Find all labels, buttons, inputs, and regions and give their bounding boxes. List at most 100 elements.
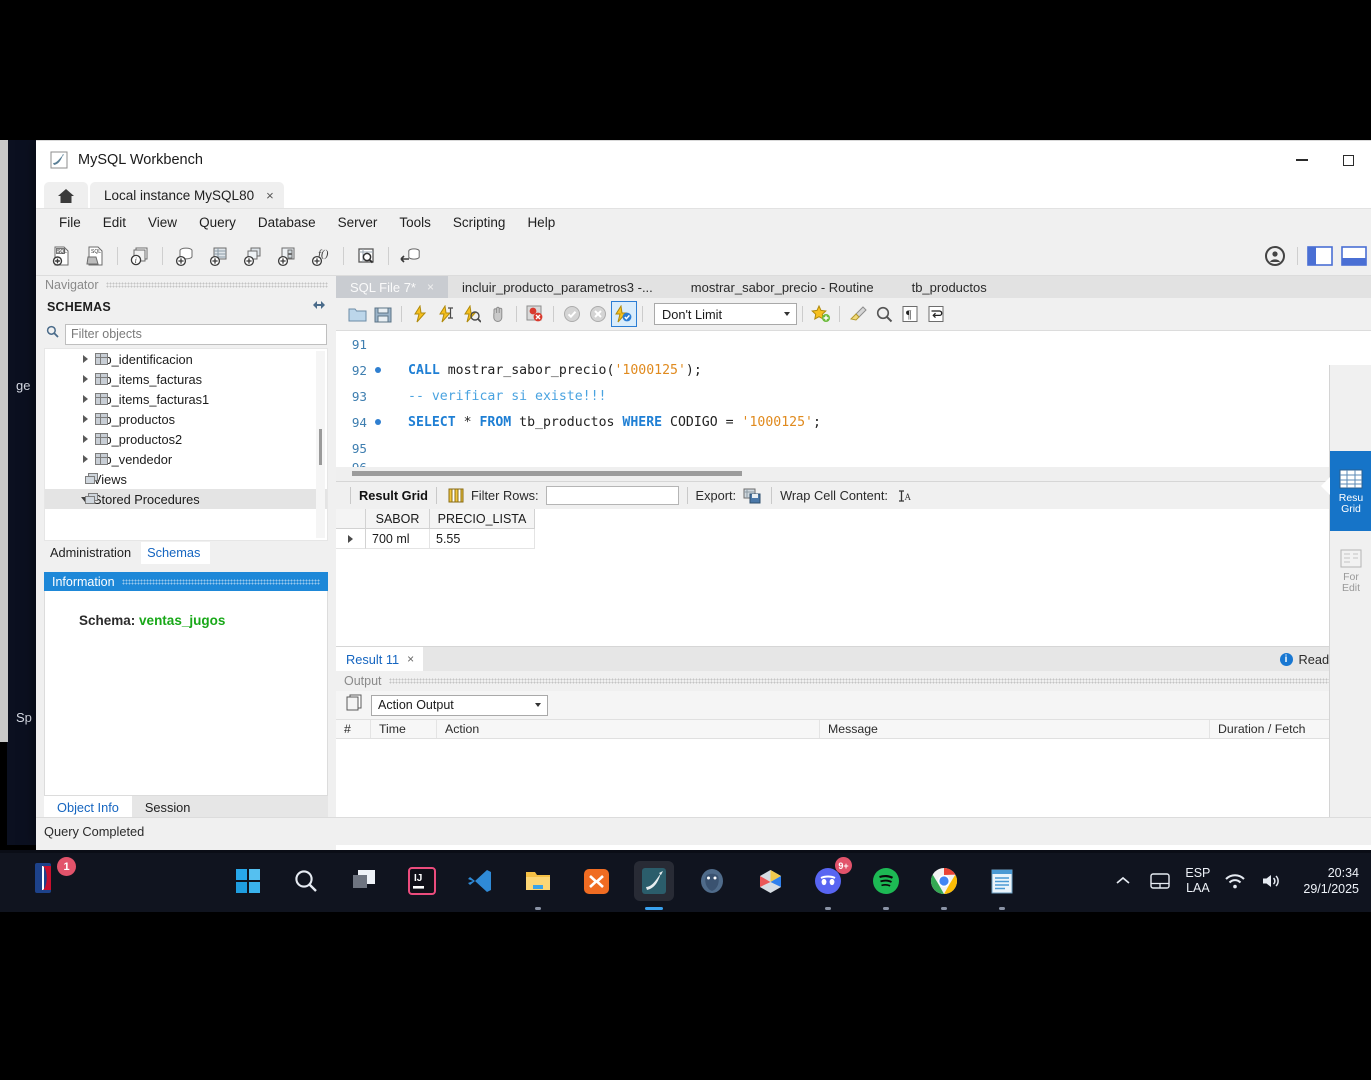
close-icon[interactable]: × bbox=[427, 280, 434, 294]
new-sql-tab-icon[interactable]: SQL bbox=[46, 241, 76, 271]
taskbar-task-view-button[interactable] bbox=[344, 861, 384, 901]
editor-tab-incluir-producto-parametros3[interactable]: incluir_producto_parametros3 -... bbox=[448, 276, 667, 298]
toggle-stop-on-error-icon[interactable] bbox=[522, 301, 548, 327]
taskbar-start-button[interactable] bbox=[228, 861, 268, 901]
code-line-94[interactable]: 94 SELECT * FROM tb_productos WHERE CODI… bbox=[336, 409, 1371, 435]
tree-item-stored-procedures[interactable]: Stored Procedures bbox=[45, 489, 327, 509]
row-selector[interactable] bbox=[336, 529, 366, 549]
wrap-lines-icon[interactable] bbox=[923, 301, 949, 327]
editor-tab-mostrar-sabor-precio[interactable]: mostrar_sabor_precio - Routine bbox=[667, 276, 888, 298]
execute-current-statement-icon[interactable] bbox=[433, 301, 459, 327]
wifi-icon[interactable] bbox=[1223, 869, 1247, 893]
search-table-data-icon[interactable] bbox=[351, 241, 381, 271]
tree-item-tb_vendedor[interactable]: tb_vendedor bbox=[45, 449, 327, 469]
taskbar-intellij-idea[interactable]: IJ bbox=[402, 861, 442, 901]
toggle-autocommit-icon[interactable] bbox=[611, 301, 637, 327]
menu-edit[interactable]: Edit bbox=[92, 212, 137, 233]
volume-icon[interactable] bbox=[1260, 869, 1284, 893]
workbench-logo-icon[interactable] bbox=[1260, 241, 1290, 271]
taskbar-search-button[interactable] bbox=[286, 861, 326, 901]
tree-item-tb_productos[interactable]: tb_productos bbox=[45, 409, 327, 429]
taskbar-chrome[interactable] bbox=[924, 861, 964, 910]
filter-objects-input[interactable]: Filter objects bbox=[65, 323, 327, 345]
editor-tab-tb-productos[interactable]: tb_productos bbox=[888, 276, 1001, 298]
output-type-select[interactable]: Action Output bbox=[371, 694, 548, 716]
commit-icon[interactable] bbox=[559, 301, 585, 327]
execute-statement-icon[interactable] bbox=[407, 301, 433, 327]
schema-tree[interactable]: tb_identificacion tb_items_facturas tb_i… bbox=[44, 348, 328, 541]
taskbar-discord[interactable]: 9+ bbox=[808, 857, 852, 910]
chevron-up-icon[interactable] bbox=[1111, 869, 1135, 893]
menu-view[interactable]: View bbox=[137, 212, 188, 233]
toggle-output-icon[interactable] bbox=[1339, 241, 1369, 271]
home-tab[interactable] bbox=[44, 182, 88, 209]
limit-rows-select[interactable]: Don't Limit bbox=[654, 303, 797, 325]
new-table-icon[interactable] bbox=[204, 241, 234, 271]
chevron-down-icon[interactable] bbox=[784, 312, 790, 316]
touchpad-icon[interactable] bbox=[1148, 869, 1172, 893]
chevron-right-icon[interactable] bbox=[83, 375, 88, 383]
new-function-icon[interactable]: f() bbox=[306, 241, 336, 271]
chevron-right-icon[interactable] bbox=[83, 455, 88, 463]
result-grid-view-button[interactable]: Resu Grid bbox=[1321, 451, 1371, 531]
scroll-thumb[interactable] bbox=[352, 471, 742, 476]
show-invisible-chars-icon[interactable]: ¶ bbox=[897, 301, 923, 327]
tree-scrollbar[interactable] bbox=[316, 351, 325, 538]
menu-query[interactable]: Query bbox=[188, 212, 247, 233]
taskbar-file-explorer[interactable] bbox=[518, 861, 558, 910]
result-grid[interactable]: SABOR PRECIO_LISTA 700 ml 5.55 bbox=[336, 509, 1371, 646]
tree-scroll-thumb[interactable] bbox=[319, 429, 322, 465]
taskbar-nba-app[interactable]: 1 bbox=[30, 857, 76, 901]
reconnect-server-icon[interactable] bbox=[396, 241, 426, 271]
sql-code-editor[interactable]: 91 92 CALL mostrar_sabor_precio('1000125… bbox=[336, 331, 1371, 481]
taskbar-vscode[interactable] bbox=[460, 861, 500, 901]
clock[interactable]: 20:34 29/1/2025 bbox=[1303, 865, 1359, 897]
open-file-icon[interactable] bbox=[344, 301, 370, 327]
minimize-button[interactable] bbox=[1279, 141, 1325, 179]
chevron-right-icon[interactable] bbox=[83, 415, 88, 423]
export-icon[interactable] bbox=[741, 485, 763, 507]
open-sql-script-icon[interactable]: SQL bbox=[80, 241, 110, 271]
taskbar-xampp[interactable] bbox=[576, 861, 616, 901]
tree-item-tb_productos2[interactable]: tb_productos2 bbox=[45, 429, 327, 449]
cell-sabor[interactable]: 700 ml bbox=[366, 529, 430, 549]
menu-server[interactable]: Server bbox=[327, 212, 389, 233]
table-row[interactable]: 700 ml 5.55 bbox=[336, 529, 1371, 549]
column-header-sabor[interactable]: SABOR bbox=[366, 509, 430, 529]
code-line-91[interactable]: 91 bbox=[336, 331, 1371, 357]
chevron-right-icon[interactable] bbox=[83, 435, 88, 443]
menu-scripting[interactable]: Scripting bbox=[442, 212, 517, 233]
taskbar-mysql-workbench[interactable] bbox=[634, 861, 674, 910]
beautify-query-icon[interactable] bbox=[808, 301, 834, 327]
taskbar-unity[interactable] bbox=[750, 861, 790, 901]
stop-execution-icon[interactable] bbox=[485, 301, 511, 327]
connection-tab-local-instance[interactable]: Local instance MySQL80 × bbox=[90, 182, 284, 209]
cell-precio-lista[interactable]: 5.55 bbox=[430, 529, 535, 549]
taskbar-spotify[interactable] bbox=[866, 861, 906, 910]
output-panel-icon[interactable] bbox=[346, 694, 363, 716]
code-line-93[interactable]: 93 -- verificar si existe!!! bbox=[336, 383, 1371, 409]
column-header-precio-lista[interactable]: PRECIO_LISTA bbox=[430, 509, 535, 529]
toggle-sidebar-icon[interactable] bbox=[1305, 241, 1335, 271]
code-line-92[interactable]: 92 CALL mostrar_sabor_precio('1000125'); bbox=[336, 357, 1371, 383]
tab-schemas[interactable]: Schemas bbox=[141, 542, 211, 564]
result-grid-icon[interactable] bbox=[445, 485, 467, 507]
tree-item-tb_items_facturas[interactable]: tb_items_facturas bbox=[45, 369, 327, 389]
editor-horizontal-scrollbar[interactable] bbox=[336, 467, 1371, 481]
clear-query-icon[interactable] bbox=[845, 301, 871, 327]
result-tab-11[interactable]: Result 11 × bbox=[336, 647, 424, 671]
tree-item-tb_items_facturas1[interactable]: tb_items_facturas1 bbox=[45, 389, 327, 409]
statement-marker[interactable] bbox=[370, 419, 386, 425]
menu-tools[interactable]: Tools bbox=[388, 212, 442, 233]
tab-object-info[interactable]: Object Info bbox=[44, 796, 132, 819]
code-line-95[interactable]: 95 bbox=[336, 435, 1371, 461]
connection-info-icon[interactable]: i bbox=[125, 241, 155, 271]
tree-item-views[interactable]: Views bbox=[45, 469, 327, 489]
taskbar-notepad[interactable] bbox=[982, 861, 1022, 910]
new-schema-icon[interactable] bbox=[170, 241, 200, 271]
taskbar-postgresql[interactable] bbox=[692, 861, 732, 901]
filter-rows-input[interactable] bbox=[545, 486, 679, 505]
close-icon[interactable]: × bbox=[266, 188, 274, 203]
wrap-cell-icon[interactable]: A bbox=[894, 485, 916, 507]
save-file-icon[interactable] bbox=[370, 301, 396, 327]
